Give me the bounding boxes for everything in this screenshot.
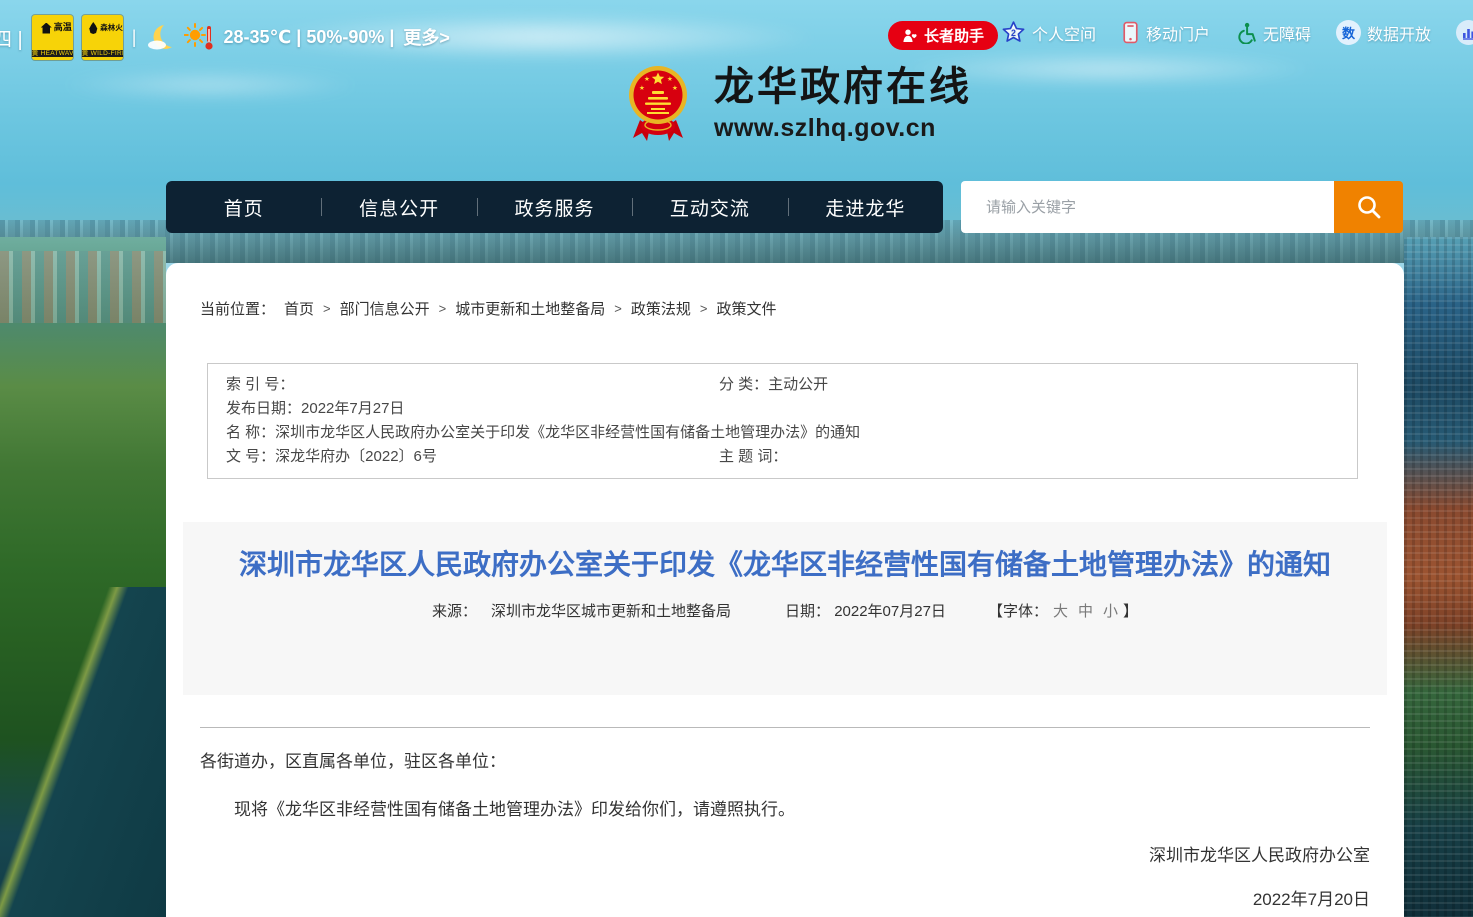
search-button[interactable] — [1334, 181, 1403, 233]
breadcrumb-label: 当前位置： — [200, 298, 275, 319]
divider: | — [132, 27, 137, 48]
font-size-label-end: 】 — [1123, 600, 1138, 621]
quick-link-open-data[interactable]: 数 数据开放 — [1336, 20, 1431, 45]
index-number-label: 索 引 号： — [226, 376, 294, 393]
mobile-phone-icon — [1121, 21, 1140, 44]
doc-number-label: 文 号： — [226, 448, 275, 465]
article-sign-date: 2022年7月20日 — [200, 888, 1370, 912]
article-signature: 深圳市龙华区人民政府办公室 — [200, 844, 1370, 868]
doc-number-value: 深龙华府办〔2022〕6号 — [275, 448, 437, 465]
article-title: 深圳市龙华区人民政府办公室关于印发《龙华区非经营性国有储备土地管理办法》的通知 — [219, 543, 1351, 586]
quick-link-personal-space[interactable]: 2 个人空间 — [1001, 20, 1096, 45]
source-value: 深圳市龙华区城市更新和土地整备局 — [491, 600, 731, 621]
font-size-large-button[interactable]: 大 — [1053, 600, 1068, 621]
moon-cloud-icon — [145, 22, 175, 52]
background-cloud — [60, 70, 360, 100]
main-nav: 首页 信息公开 政务服务 互动交流 走进龙华 — [166, 181, 943, 233]
category-label: 分 类： — [719, 376, 768, 393]
quick-link-accessibility[interactable]: 无障碍 — [1235, 20, 1311, 45]
publish-date-value: 2022年7月27日 — [301, 400, 404, 417]
article-title-block: 深圳市龙华区人民政府办公室关于印发《龙华区非经营性国有储备土地管理办法》的通知 … — [183, 522, 1387, 695]
section-divider — [200, 727, 1370, 728]
data-open-icon: 数 — [1336, 20, 1361, 45]
search-box — [961, 181, 1403, 233]
svg-text:★: ★ — [667, 76, 673, 83]
article-body: 各街道办，区直属各单位，驻区各单位： 现将《龙华区非经营性国有储备土地管理办法》… — [200, 750, 1370, 912]
heatwave-warning-level: 黄 HEATWAVE — [32, 50, 73, 57]
nav-item-about-longhua[interactable]: 走进龙华 — [788, 181, 943, 233]
quick-link-label: 无障碍 — [1263, 21, 1311, 45]
date-value: 2022年07月27日 — [834, 603, 946, 620]
nav-item-gov-services[interactable]: 政务服务 — [477, 181, 632, 233]
site-logo[interactable]: ★ ★ ★ ★ 龙华政府在线 www.szlhq.gov.cn — [627, 64, 972, 144]
site-title: 龙华政府在线 — [714, 64, 972, 110]
article-paragraph-salutation: 各街道办，区直属各单位，驻区各单位： — [200, 750, 1370, 774]
nav-item-info-disclosure[interactable]: 信息公开 — [321, 181, 476, 233]
breadcrumb-dept-info[interactable]: 部门信息公开 — [340, 298, 430, 319]
breadcrumb-separator: > — [323, 301, 331, 316]
weekday-fragment: 四 | — [0, 23, 23, 52]
breadcrumb-separator: > — [614, 301, 622, 316]
quick-link-label: 移动门户 — [1146, 21, 1210, 45]
elder-person-icon — [902, 28, 918, 44]
wildfire-icon — [88, 22, 98, 34]
source-label: 来源： — [432, 600, 477, 621]
wildfire-warning-label: 森林火险 — [100, 24, 116, 32]
publish-date-label: 发布日期： — [226, 400, 301, 417]
quick-link-mobile-portal[interactable]: 移动门户 — [1121, 20, 1210, 45]
heatwave-warning-label: 高温 — [54, 23, 64, 33]
doc-name-value: 深圳市龙华区人民政府办公室关于印发《龙华区非经营性国有储备土地管理办法》的通知 — [275, 424, 860, 441]
quick-links: 2 个人空间 移动门户 无障碍 数 数据开放 — [1001, 20, 1473, 45]
subject-words-label: 主 题 词： — [719, 448, 787, 465]
elder-assistant-button[interactable]: 长者助手 — [888, 21, 998, 50]
background-buildings-photo — [1404, 237, 1473, 917]
doc-name-label: 名 称： — [226, 424, 275, 441]
breadcrumb: 当前位置： 首页 > 部门信息公开 > 城市更新和土地整备局 > 政策法规 > … — [200, 298, 776, 319]
page: 四 | 高温 黄 HEATWAVE 森林火险 黄 WILD-FIRE | — [0, 0, 1473, 917]
svg-text:2: 2 — [1011, 28, 1016, 38]
article-paragraph-main: 现将《龙华区非经营性国有储备土地管理办法》印发给你们，请遵照执行。 — [200, 798, 1370, 822]
nav-item-home[interactable]: 首页 — [166, 181, 321, 233]
weather-more-link[interactable]: 更多> — [403, 24, 450, 50]
breadcrumb-policies[interactable]: 政策法规 — [631, 298, 691, 319]
quick-link-label: 个人空间 — [1032, 21, 1096, 45]
star-icon: 2 — [1001, 20, 1026, 45]
bar-chart-icon — [1456, 20, 1473, 45]
breadcrumb-home[interactable]: 首页 — [284, 298, 314, 319]
wheelchair-icon — [1235, 22, 1257, 44]
weather-bar: 四 | 高温 黄 HEATWAVE 森林火险 黄 WILD-FIRE | — [0, 15, 450, 59]
weather-summary: 28-35℃ | 50%-90% | — [223, 27, 394, 48]
quick-link-data-release[interactable]: 数据发布 — [1456, 20, 1473, 45]
category-value: 主动公开 — [768, 376, 828, 393]
quick-link-label: 数据开放 — [1367, 21, 1431, 45]
svg-text:★: ★ — [644, 76, 650, 83]
date-label: 日期： — [785, 603, 830, 620]
site-url: www.szlhq.gov.cn — [714, 114, 972, 143]
elder-assistant-label: 长者助手 — [924, 25, 984, 46]
sun-thermometer-icon — [184, 22, 214, 52]
article-meta-line: 来源： 深圳市龙华区城市更新和土地整备局 日期： 2022年07月27日 【字体… — [183, 600, 1387, 621]
document-meta-table: 索 引 号： 分 类：主动公开 发布日期：2022年7月27日 名 称：深圳市龙… — [207, 363, 1358, 479]
font-size-small-button[interactable]: 小 — [1103, 600, 1118, 621]
nav-item-interaction[interactable]: 互动交流 — [632, 181, 787, 233]
breadcrumb-policy-docs[interactable]: 政策文件 — [716, 298, 776, 319]
breadcrumb-separator: > — [700, 301, 708, 316]
heatwave-icon — [41, 23, 52, 34]
national-emblem-icon: ★ ★ ★ ★ — [627, 64, 689, 144]
background-park-photo — [0, 237, 166, 917]
svg-text:★: ★ — [672, 85, 678, 92]
svg-text:★: ★ — [639, 85, 645, 92]
content-panel: 当前位置： 首页 > 部门信息公开 > 城市更新和土地整备局 > 政策法规 > … — [166, 263, 1404, 917]
breadcrumb-separator: > — [439, 301, 447, 316]
font-size-medium-button[interactable]: 中 — [1078, 600, 1093, 621]
search-input[interactable] — [961, 181, 1334, 233]
search-icon — [1355, 193, 1383, 221]
wildfire-warning-level: 黄 WILD-FIRE — [82, 50, 123, 57]
breadcrumb-bureau[interactable]: 城市更新和土地整备局 — [455, 298, 605, 319]
wildfire-warning-badge: 森林火险 黄 WILD-FIRE — [82, 15, 123, 60]
heatwave-warning-badge: 高温 黄 HEATWAVE — [32, 15, 73, 60]
font-size-label: 【字体： — [988, 600, 1048, 621]
